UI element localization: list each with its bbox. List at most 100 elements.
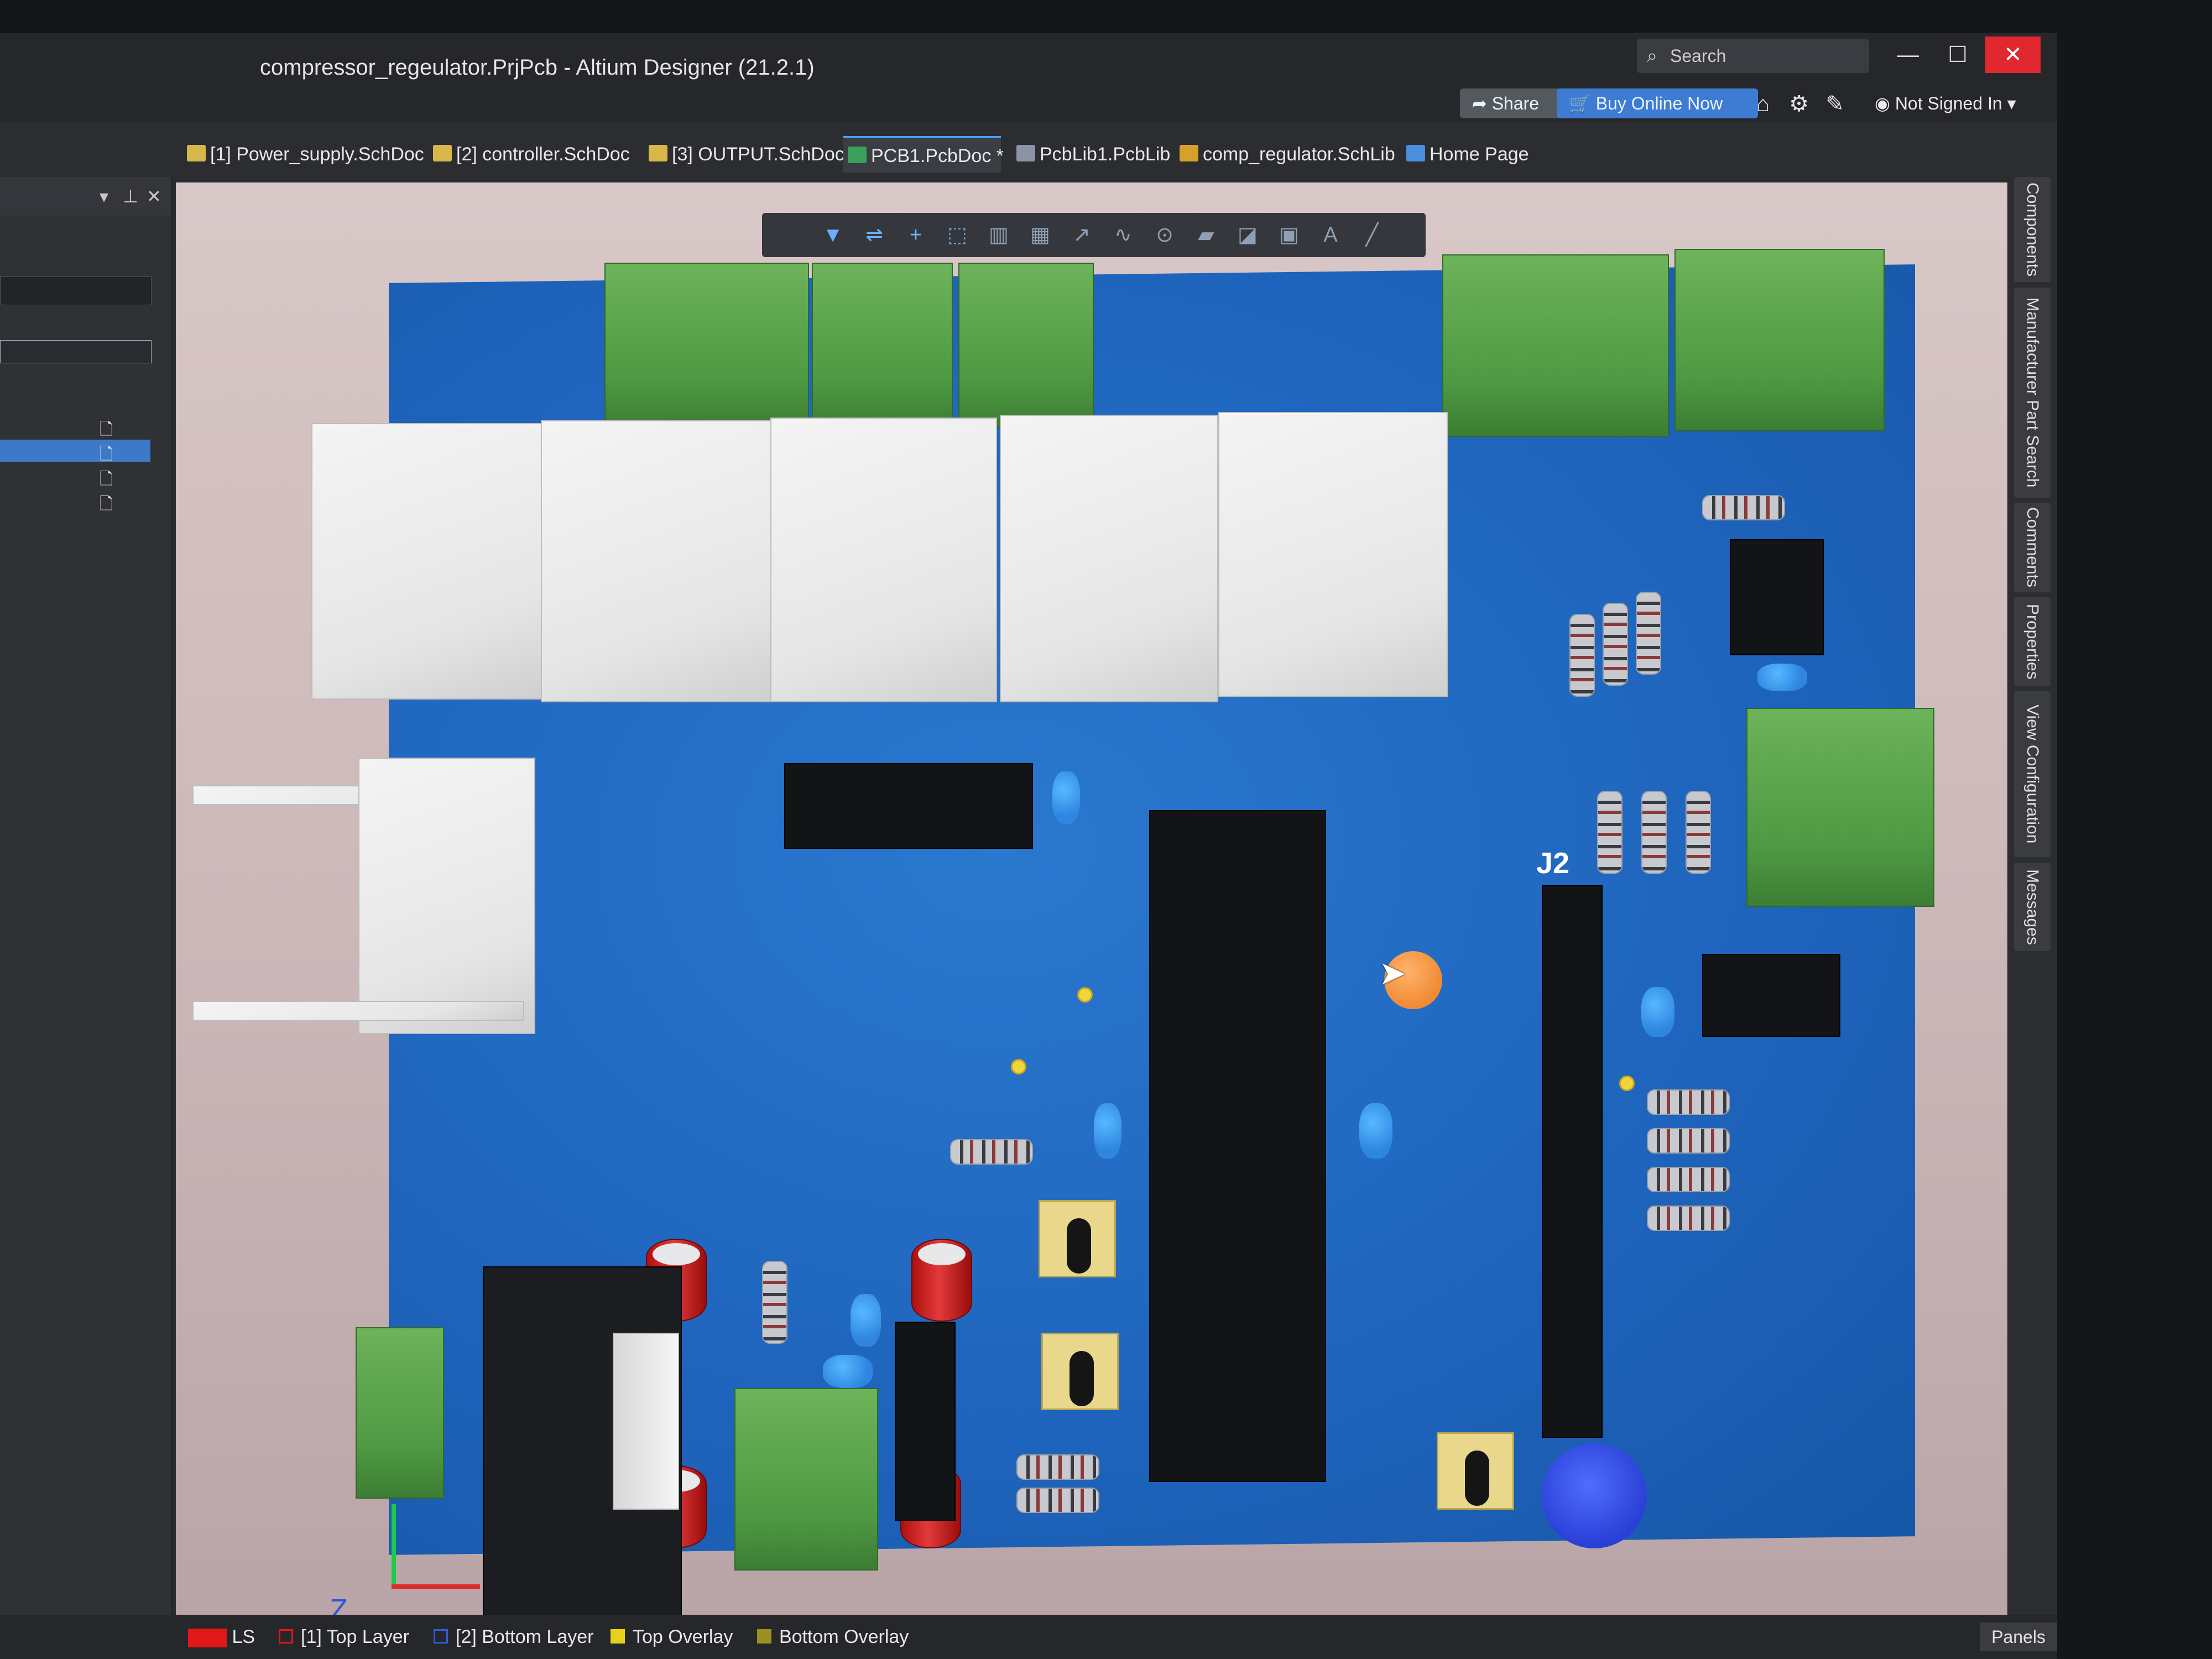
layer-tab-bottom-overlay[interactable]: Bottom Overlay <box>755 1623 909 1651</box>
panel-filter-field[interactable] <box>0 276 152 305</box>
test-pad[interactable] <box>1619 1076 1635 1091</box>
panel-tab-properties[interactable]: Properties <box>2014 597 2051 686</box>
resistor[interactable] <box>762 1261 787 1344</box>
tab-comp-regulator[interactable]: comp_regulator.SchLib <box>1175 136 1396 173</box>
polygon-icon[interactable]: ▰ <box>1191 220 1222 251</box>
pin-header-j2[interactable] <box>1542 885 1603 1438</box>
ceramic-capacitor[interactable] <box>1094 1103 1121 1159</box>
push-button[interactable] <box>1039 1200 1116 1277</box>
panel-tab-messages[interactable]: Messages <box>2014 863 2051 951</box>
resistor[interactable] <box>1016 1488 1099 1513</box>
via-icon[interactable]: ⊙ <box>1149 220 1180 251</box>
tab-pcb1[interactable]: PCB1.PcbDoc * <box>843 136 1004 173</box>
ceramic-capacitor[interactable] <box>1052 771 1080 824</box>
project-file-item[interactable]: 🗋 <box>0 415 150 439</box>
close-button[interactable]: ✕ <box>1985 36 2041 73</box>
ceramic-capacitor[interactable] <box>1359 1103 1392 1159</box>
resistor[interactable] <box>1569 614 1595 697</box>
text-icon[interactable]: A <box>1315 220 1346 251</box>
keepout-icon[interactable]: ◪ <box>1232 220 1263 251</box>
dimension-icon[interactable]: ▣ <box>1274 220 1305 251</box>
ic-dip16[interactable] <box>784 763 1033 849</box>
resistor[interactable] <box>1686 791 1711 874</box>
layer-set-button[interactable]: LS <box>188 1623 255 1651</box>
regulator-heatsink[interactable] <box>613 1333 679 1510</box>
pin-icon[interactable]: ⊥ <box>123 177 138 216</box>
terminal-block[interactable] <box>604 263 809 429</box>
search-input[interactable]: ⌕ Search <box>1637 39 1869 73</box>
tab-power-supply[interactable]: [1] Power_supply.SchDoc <box>182 136 426 173</box>
voltage-regulator[interactable] <box>895 1322 956 1521</box>
project-file-item[interactable]: 🗋 <box>0 465 150 488</box>
ceramic-capacitor[interactable] <box>1757 664 1807 691</box>
resistor[interactable] <box>1597 791 1623 874</box>
terminal-block[interactable] <box>734 1388 878 1571</box>
microcontroller-dip40[interactable] <box>1149 810 1326 1482</box>
pcb-3d-view[interactable]: ▼ ⇌ + ⬚ ▥ ▦ ↗ ∿ ⊙ ▰ ◪ ▣ A ╱ J2 Z ➤ <box>176 182 2048 1615</box>
ic-dip8[interactable] <box>1702 954 1840 1037</box>
resistor[interactable] <box>1647 1128 1730 1154</box>
home-icon[interactable]: ⌂ <box>1747 88 1778 119</box>
minimize-button[interactable]: — <box>1880 36 1936 73</box>
header-connector[interactable] <box>358 758 535 1034</box>
resistor[interactable] <box>1647 1089 1730 1115</box>
buy-online-button[interactable]: 🛒 Buy Online Now <box>1557 88 1758 118</box>
terminal-block[interactable] <box>1674 249 1885 431</box>
layer-tab-top-overlay[interactable]: Top Overlay <box>608 1623 733 1651</box>
resistor[interactable] <box>1636 592 1661 675</box>
terminal-block[interactable] <box>958 263 1094 429</box>
relay[interactable] <box>1000 415 1218 702</box>
layer-tab-bottom-layer[interactable]: [2] Bottom Layer <box>431 1623 593 1651</box>
tab-home-page[interactable]: Home Page <box>1402 136 1557 173</box>
close-panel-icon[interactable]: ✕ <box>147 177 161 216</box>
panel-tab-comments[interactable]: Comments <box>2014 503 2051 592</box>
push-button[interactable] <box>1041 1333 1119 1410</box>
resistor[interactable] <box>1702 495 1785 520</box>
ceramic-capacitor[interactable] <box>851 1294 881 1347</box>
select-rect-icon[interactable]: ⬚ <box>942 220 973 251</box>
panel-search-field[interactable] <box>0 340 152 363</box>
terminal-block[interactable] <box>1746 708 1934 907</box>
panels-button[interactable]: Panels <box>1980 1623 2057 1651</box>
diff-pair-icon[interactable]: ∿ <box>1108 220 1139 251</box>
account-menu[interactable]: ◉ Not Signed In ▾ <box>1875 87 2041 119</box>
resistor[interactable] <box>950 1139 1033 1165</box>
align-icon[interactable]: ▥ <box>983 220 1014 251</box>
relay[interactable] <box>311 423 544 700</box>
notifications-icon[interactable]: ✎ <box>1819 88 1850 119</box>
terminal-block[interactable] <box>1442 254 1669 437</box>
resistor[interactable] <box>1647 1206 1730 1231</box>
panel-menu-chevron-icon[interactable]: ▾ <box>100 177 108 216</box>
maximize-button[interactable]: ☐ <box>1930 36 1985 73</box>
tab-pcblib1[interactable]: PcbLib1.PcbLib <box>1012 136 1178 173</box>
ceramic-capacitor[interactable] <box>823 1355 873 1388</box>
tab-controller[interactable]: [2] controller.SchDoc <box>429 136 644 173</box>
push-button[interactable] <box>1437 1432 1514 1510</box>
panel-tab-manufacturer-part-search[interactable]: Manufacturer Part Search <box>2014 288 2051 498</box>
route-icon[interactable]: ⇌ <box>859 220 890 251</box>
relay[interactable] <box>541 420 773 702</box>
test-pad[interactable] <box>1011 1059 1026 1074</box>
terminal-block[interactable] <box>812 263 953 429</box>
panel-tab-view-configuration[interactable]: View Configuration <box>2014 691 2051 857</box>
resistor[interactable] <box>1016 1454 1099 1480</box>
component-icon[interactable]: ▦ <box>1025 220 1056 251</box>
test-pad[interactable] <box>1077 987 1093 1003</box>
layer-tab-top-layer[interactable]: [1] Top Layer <box>276 1623 409 1651</box>
resistor[interactable] <box>1647 1167 1730 1192</box>
ceramic-capacitor[interactable] <box>1641 987 1674 1037</box>
resistor[interactable] <box>1603 603 1628 686</box>
relay[interactable] <box>770 418 997 702</box>
filter-icon[interactable]: ▼ <box>817 220 848 251</box>
resistor[interactable] <box>1641 791 1667 874</box>
ic-dip8[interactable] <box>1730 539 1824 655</box>
tab-output[interactable]: [3] OUTPUT.SchDoc <box>644 136 844 173</box>
terminal-block[interactable] <box>356 1327 444 1499</box>
electrolytic-capacitor[interactable] <box>911 1239 972 1322</box>
project-file-item-selected[interactable]: 🗋 <box>0 440 150 463</box>
add-icon[interactable]: + <box>900 220 931 251</box>
panel-tab-components[interactable]: Components <box>2014 177 2051 282</box>
trimmer-potentiometer[interactable] <box>1542 1443 1647 1548</box>
relay[interactable] <box>1218 412 1448 697</box>
gear-icon[interactable]: ⚙ <box>1783 88 1814 119</box>
